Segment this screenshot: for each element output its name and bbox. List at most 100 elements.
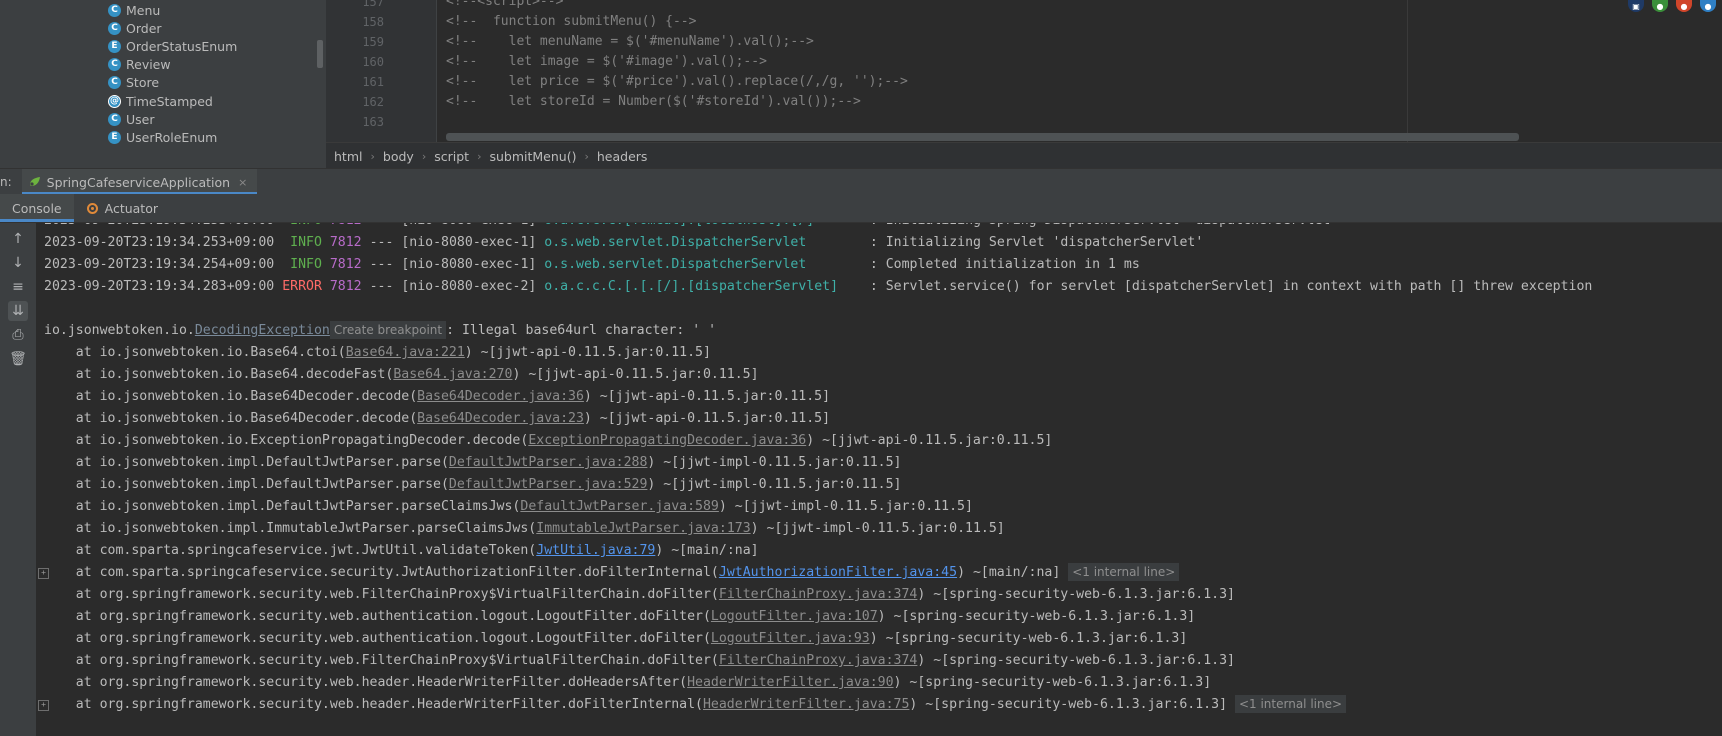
scroll-to-end-icon[interactable]: ⇊ <box>8 301 28 321</box>
console-line: at org.springframework.security.web.Filt… <box>44 584 1235 606</box>
project-tree-item[interactable]: C Order <box>108 18 162 38</box>
close-icon[interactable]: × <box>238 176 247 189</box>
right-margin-guide <box>1407 0 1408 142</box>
stack-source-link[interactable]: DefaultJwtParser.java:529 <box>449 477 648 492</box>
expand-fold-icon[interactable]: + <box>38 568 49 579</box>
stack-frame: at io.jsonwebtoken.impl.DefaultJwtParser… <box>44 477 449 492</box>
stack-frame: at io.jsonwebtoken.impl.DefaultJwtParser… <box>44 455 449 470</box>
expand-fold-icon[interactable]: + <box>38 700 49 711</box>
intellij-browser-icon[interactable]: ▣ <box>1628 0 1644 12</box>
stack-jar: ) ~[jjwt-impl-0.11.5.jar:0.11.5] <box>718 499 973 514</box>
run-sub-tabs: Console Actuator <box>0 194 1722 223</box>
console-line: at io.jsonwebtoken.io.Base64Decoder.deco… <box>44 408 830 430</box>
project-tree-item[interactable]: @ TimeStamped <box>108 91 213 111</box>
exception-class-link[interactable]: DecodingException <box>195 323 330 338</box>
code-line: <!-- let menuName = $('#menuName').val()… <box>446 34 814 49</box>
stack-jar: ) ~[jjwt-api-0.11.5.jar:0.11.5] <box>512 367 759 382</box>
project-tree-item[interactable]: E UserRoleEnum <box>108 127 217 147</box>
stack-frame: at com.sparta.springcafeservice.jwt.JwtU… <box>44 543 537 558</box>
editor-horizontal-scrollbar[interactable] <box>446 133 1519 141</box>
class-icon: C <box>108 21 121 35</box>
stack-source-link[interactable]: HeaderWriterFilter.java:75 <box>703 697 909 712</box>
log-level: INFO <box>282 223 322 228</box>
stack-frame: at org.springframework.security.web.head… <box>44 697 703 712</box>
stack-source-link[interactable]: LogoutFilter.java:93 <box>711 631 870 646</box>
log-separator: --- <box>369 257 394 272</box>
stack-source-link[interactable]: Base64Decoder.java:36 <box>417 389 584 404</box>
breadcrumb-item[interactable]: body <box>375 149 422 164</box>
project-tree-item-label: OrderStatusEnum <box>126 38 238 54</box>
log-thread: [nio-8080-exec-1] <box>401 257 537 272</box>
console-line: at io.jsonwebtoken.io.Base64.decodeFast(… <box>44 364 759 386</box>
tab-console[interactable]: Console <box>0 194 74 222</box>
breadcrumb-item[interactable]: submitMenu() <box>481 149 584 164</box>
console-line: at io.jsonwebtoken.impl.ImmutableJwtPars… <box>44 518 1005 540</box>
project-tree-item[interactable]: C User <box>108 109 155 129</box>
line-number: 162 <box>362 95 384 109</box>
project-tree-item[interactable]: C Review <box>108 55 171 75</box>
run-config-tab[interactable]: SpringCafeserviceApplication × <box>21 169 258 195</box>
code-line: <!-- let image = $('#image').val();--> <box>446 54 767 69</box>
code-editor[interactable]: 157 158 159 160 161 162 163 <!--<script>--> <!-… <box>326 0 1722 142</box>
arrow-down-icon[interactable]: ↓ <box>8 253 28 273</box>
trash-icon[interactable]: 🗑 <box>8 349 28 369</box>
console-line: at org.springframework.security.web.Filt… <box>44 650 1235 672</box>
firefox-icon[interactable]: ● <box>1676 0 1692 12</box>
project-tree-item-label: UserRoleEnum <box>126 129 218 145</box>
line-number: 158 <box>362 15 384 29</box>
exception-package: io.jsonwebtoken.io. <box>44 323 195 338</box>
tab-actuator-label: Actuator <box>104 200 159 216</box>
soft-wrap-icon[interactable]: ≡ <box>8 277 28 297</box>
create-breakpoint-chip[interactable]: Create breakpoint <box>329 321 447 339</box>
ide-top-area: C Menu C Order E OrderStatusEnum C Review C Store… <box>0 0 1722 170</box>
chrome-icon[interactable]: ● <box>1652 0 1668 12</box>
stack-jar: ) ~[main/:na] <box>655 543 759 558</box>
stack-jar: ) ~[jjwt-api-0.11.5.jar:0.11.5] <box>583 411 831 426</box>
log-pid: 7812 <box>330 223 362 228</box>
browser-preview-icons: ▣ ● ● ● <box>1628 0 1716 12</box>
console-line: + at com.sparta.springcafeservice.securi… <box>38 562 1180 584</box>
stack-source-link[interactable]: ImmutableJwtParser.java:173 <box>536 521 750 536</box>
tab-actuator[interactable]: Actuator <box>74 194 170 222</box>
console-line: at org.springframework.security.web.auth… <box>44 628 1188 650</box>
stack-frame: at io.jsonwebtoken.impl.DefaultJwtParser… <box>44 499 521 514</box>
stack-frame: at com.sparta.springcafeservice.security… <box>44 565 719 580</box>
arrow-up-icon[interactable]: ↑ <box>8 229 28 249</box>
console-line: 2023-09-20T23:19:34.283+09:00 ERROR 7812… <box>44 276 1592 298</box>
stack-source-link[interactable]: DefaultJwtParser.java:288 <box>449 455 648 470</box>
stack-jar: ) ~[spring-security-web-6.1.3.jar:6.1.3] <box>877 609 1196 624</box>
project-tree-scrollbar[interactable] <box>317 40 323 68</box>
console-output[interactable]: 2023-09-20T23:19:34.253+09:00 INFO 7812 … <box>36 223 1722 736</box>
stack-source-link[interactable]: Base64.java:270 <box>393 367 512 382</box>
stack-jar: ) ~[jjwt-api-0.11.5.jar:0.11.5] <box>806 433 1053 448</box>
stack-source-link[interactable]: FilterChainProxy.java:374 <box>719 653 918 668</box>
stack-source-link[interactable]: LogoutFilter.java:107 <box>711 609 878 624</box>
internal-lines-chip[interactable]: <1 internal line> <box>1234 695 1347 713</box>
project-tree-item[interactable]: E OrderStatusEnum <box>108 36 237 56</box>
stack-source-link[interactable]: JwtUtil.java:79 <box>536 543 655 558</box>
log-level: ERROR <box>282 279 322 294</box>
log-separator: --- <box>369 235 394 250</box>
stack-source-link[interactable]: Base64Decoder.java:23 <box>417 411 584 426</box>
run-window-title: n: <box>0 175 12 189</box>
log-thread: [nio-8080-exec-2] <box>401 279 537 294</box>
breadcrumb-item[interactable]: script <box>426 149 477 164</box>
stack-frame: at org.springframework.security.web.head… <box>44 675 688 690</box>
project-tree-item-label: Store <box>126 75 160 91</box>
line-number: 159 <box>362 35 384 49</box>
stack-source-link[interactable]: FilterChainProxy.java:374 <box>719 587 918 602</box>
console-toolbar: ↑ ↓ ≡ ⇊ ⎙ 🗑 <box>0 223 37 736</box>
stack-source-link[interactable]: DefaultJwtParser.java:589 <box>520 499 719 514</box>
stack-source-link[interactable]: ExceptionPropagatingDecoder.java:36 <box>528 433 806 448</box>
stack-source-link[interactable]: JwtAuthorizationFilter.java:45 <box>719 565 957 580</box>
project-tree-item[interactable]: C Menu <box>108 0 160 20</box>
stack-source-link[interactable]: Base64.java:221 <box>346 345 465 360</box>
stack-jar: ) ~[spring-security-web-6.1.3.jar:6.1.3] <box>909 697 1235 712</box>
edge-icon[interactable]: ● <box>1700 0 1716 12</box>
project-tree-item[interactable]: C Store <box>108 73 159 93</box>
breadcrumb-item[interactable]: html <box>326 149 370 164</box>
breadcrumb-item[interactable]: headers <box>589 149 656 164</box>
stack-source-link[interactable]: HeaderWriterFilter.java:90 <box>687 675 893 690</box>
print-icon[interactable]: ⎙ <box>8 325 28 345</box>
internal-lines-chip[interactable]: <1 internal line> <box>1068 563 1180 581</box>
